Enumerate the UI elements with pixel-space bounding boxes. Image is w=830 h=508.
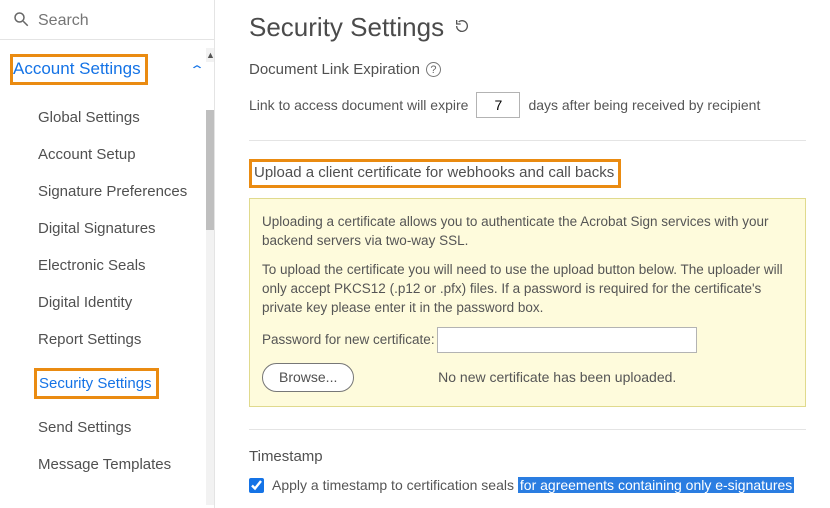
sidebar-item-electronic-seals[interactable]: Electronic Seals xyxy=(10,247,214,284)
scroll-up-icon[interactable]: ▲ xyxy=(206,48,214,62)
upload-cert-heading: Upload a client certificate for webhooks… xyxy=(249,159,621,188)
sidebar-item-security-settings[interactable]: Security Settings xyxy=(10,358,214,409)
upload-cert-panel: Uploading a certificate allows you to au… xyxy=(249,198,806,407)
sidebar-item-message-templates[interactable]: Message Templates xyxy=(10,446,214,483)
upload-cert-desc-2: To upload the certificate you will need … xyxy=(262,261,793,318)
sidebar-item-global-settings[interactable]: Global Settings xyxy=(10,99,214,136)
upload-cert-desc-1: Uploading a certificate allows you to au… xyxy=(262,213,793,251)
sidebar-section-account-settings[interactable]: Account Settings ⌃ xyxy=(0,40,214,99)
refresh-icon[interactable] xyxy=(454,18,470,37)
doc-link-expiration-heading: Document Link Expiration ? xyxy=(249,61,806,78)
sidebar-item-send-settings[interactable]: Send Settings xyxy=(10,409,214,446)
cert-password-label: Password for new certificate: xyxy=(262,331,435,350)
cert-upload-status: No new certificate has been uploaded. xyxy=(438,368,676,388)
timestamp-heading: Timestamp xyxy=(249,448,806,465)
sidebar-item-signature-preferences[interactable]: Signature Preferences xyxy=(10,173,214,210)
timestamp-option-row: Apply a timestamp to certification seals… xyxy=(249,477,806,493)
help-icon[interactable]: ? xyxy=(426,62,441,77)
scrollbar-thumb[interactable] xyxy=(206,110,214,230)
search-row xyxy=(0,0,214,40)
timestamp-checkbox[interactable] xyxy=(249,478,264,493)
sidebar-item-digital-signatures[interactable]: Digital Signatures xyxy=(10,210,214,247)
search-icon xyxy=(12,10,30,31)
timestamp-checkbox-label: Apply a timestamp to certification seals… xyxy=(272,477,794,493)
search-input[interactable] xyxy=(38,12,178,30)
sidebar: Account Settings ⌃ Global Settings Accou… xyxy=(0,0,215,508)
link-expire-row: Link to access document will expire days… xyxy=(249,92,806,118)
sidebar-nav: Global Settings Account Setup Signature … xyxy=(0,99,214,483)
divider xyxy=(249,429,806,430)
link-expire-days-input[interactable] xyxy=(476,92,520,118)
chevron-up-icon: ⌃ xyxy=(189,63,205,77)
browse-button[interactable]: Browse... xyxy=(262,363,354,392)
cert-password-input[interactable] xyxy=(437,327,697,353)
sidebar-section-label: Account Settings xyxy=(10,54,148,85)
divider xyxy=(249,140,806,141)
sidebar-item-report-settings[interactable]: Report Settings xyxy=(10,321,214,358)
main-content: Security Settings Document Link Expirati… xyxy=(215,0,830,508)
page-title: Security Settings xyxy=(249,12,444,43)
sidebar-item-digital-identity[interactable]: Digital Identity xyxy=(10,284,214,321)
sidebar-item-account-setup[interactable]: Account Setup xyxy=(10,136,214,173)
